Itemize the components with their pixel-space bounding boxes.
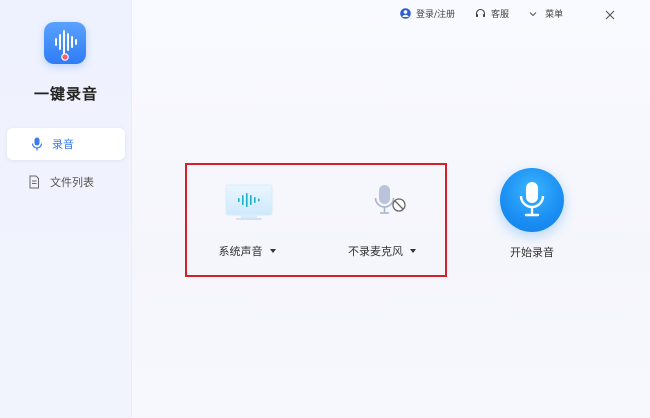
microphone-dropdown[interactable]: 不录麦克风 [322, 243, 442, 259]
microphone-label: 不录麦克风 [348, 245, 403, 258]
close-button[interactable] [604, 6, 616, 20]
waveform-icon [55, 30, 77, 61]
microphone-muted-icon [374, 185, 406, 214]
sidebar: 一键录音 录音 文件列表 [0, 0, 132, 418]
monitor-audio-icon [225, 184, 273, 220]
sidebar-item-label: 录音 [52, 138, 74, 151]
system-audio-label: 系统声音 [218, 245, 263, 258]
microphone-icon [31, 137, 43, 151]
chevron-down-icon [529, 10, 537, 17]
sidebar-item-record[interactable]: 录音 [7, 128, 125, 160]
start-record-button[interactable] [500, 168, 564, 232]
login-button[interactable]: 登录/注册 [400, 7, 455, 20]
customer-service-button[interactable]: 客服 [475, 7, 509, 20]
app-title: 一键录音 [33, 85, 98, 103]
menu-button[interactable]: 菜单 [529, 7, 563, 20]
top-bar: 登录/注册 客服 菜单 [400, 4, 563, 22]
close-icon [605, 10, 615, 20]
menu-label: 菜单 [545, 9, 564, 20]
start-record-label: 开始录音 [510, 246, 554, 259]
microphone-icon [519, 182, 545, 217]
user-icon [400, 7, 411, 19]
audio-source-panel: 系统声音 不录麦克风 [185, 163, 447, 277]
login-label: 登录/注册 [416, 9, 456, 20]
app-window: 一键录音 录音 文件列表 登录/注册 客服 菜单 系统声音 不录麦克风 开始录音 [0, 0, 650, 418]
document-icon [28, 175, 40, 189]
customer-service-label: 客服 [491, 9, 510, 20]
caret-down-icon [269, 249, 276, 253]
caret-down-icon [410, 249, 416, 253]
sidebar-item-file-list[interactable]: 文件列表 [7, 166, 125, 198]
sidebar-item-label: 文件列表 [50, 176, 94, 189]
system-audio-source[interactable]: 系统声音 [187, 165, 307, 279]
microphone-source[interactable]: 不录麦克风 [322, 165, 442, 279]
headset-icon [475, 8, 486, 19]
app-logo [44, 22, 86, 64]
system-audio-dropdown[interactable]: 系统声音 [187, 243, 307, 259]
